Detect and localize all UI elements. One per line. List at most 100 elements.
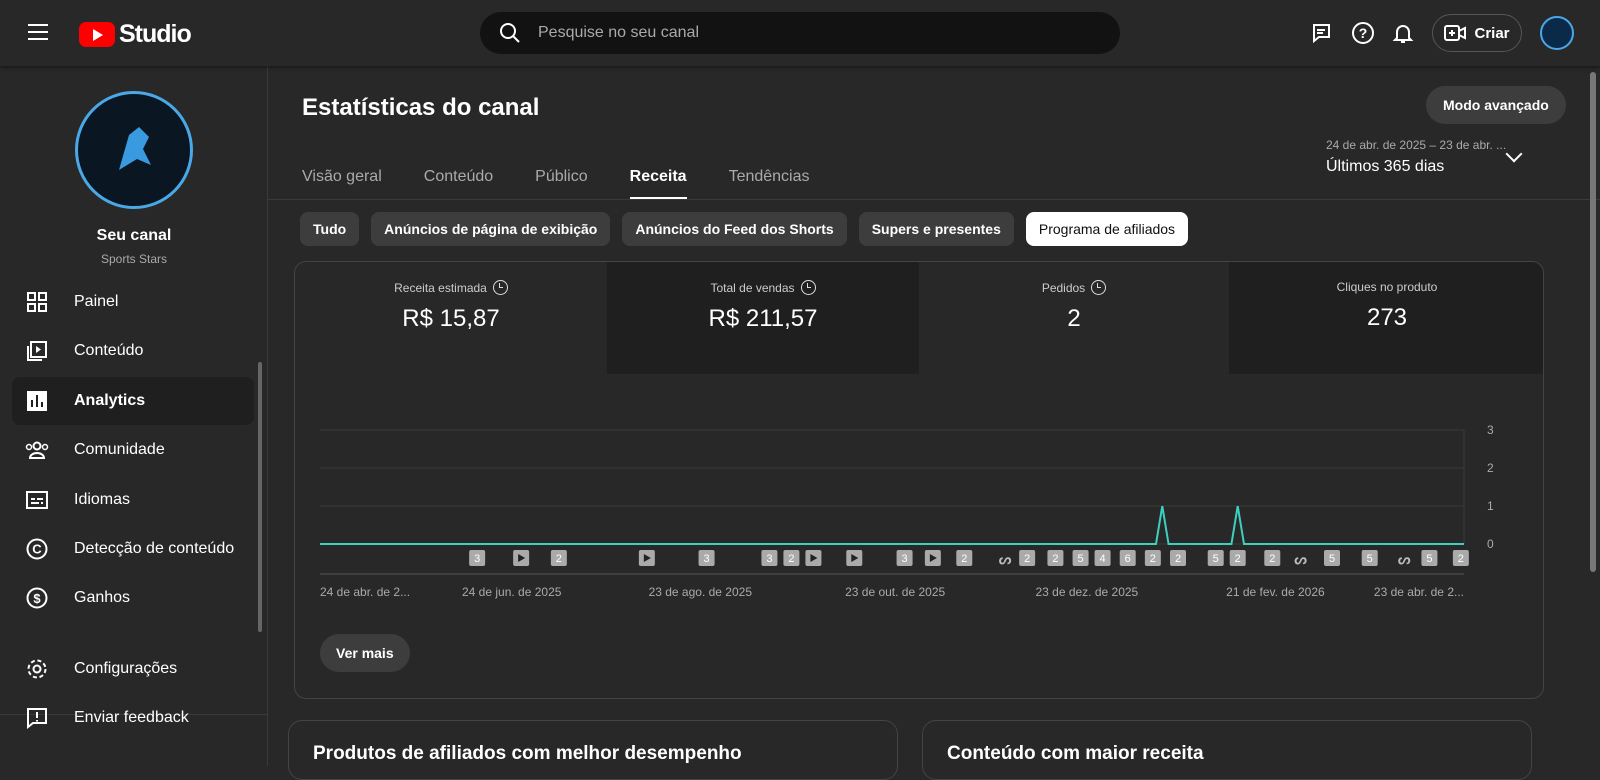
- shorts-marker-icon: ᔕ: [1294, 551, 1307, 567]
- sidebar-item-ganhos[interactable]: $ Ganhos: [12, 574, 254, 622]
- svg-text:?: ?: [1359, 25, 1368, 41]
- x-tick-label: 23 de dez. de 2025: [1035, 585, 1138, 599]
- x-tick-label: 23 de ago. de 2025: [649, 585, 753, 599]
- gear-icon: [24, 658, 50, 680]
- marker-count: 2: [1150, 553, 1156, 565]
- copyright-icon: C: [24, 538, 50, 560]
- subtitles-icon: [24, 490, 50, 510]
- notifications-icon[interactable]: [1390, 20, 1416, 46]
- svg-text:C: C: [32, 542, 42, 557]
- clock-icon: [1091, 280, 1107, 295]
- shorts-marker-icon: ᔕ: [1398, 551, 1411, 567]
- metric-total-sales[interactable]: Total de vendas R$ 211,57: [607, 262, 919, 374]
- create-button[interactable]: Criar: [1432, 14, 1522, 52]
- advanced-mode-button[interactable]: Modo avançado: [1426, 86, 1566, 124]
- period-label: Últimos 365 dias: [1326, 158, 1445, 175]
- channel-label: Seu canal: [96, 227, 172, 244]
- youtube-logo-icon: [79, 22, 115, 47]
- tab-publico[interactable]: Público: [535, 160, 587, 200]
- marker-count: 3: [704, 553, 710, 565]
- x-tick-label: 24 de abr. de 2...: [320, 585, 410, 599]
- marker-count: 2: [1269, 553, 1275, 565]
- sidebar-item-comunidade[interactable]: Comunidade: [12, 426, 254, 474]
- sidebar-item-deteccao[interactable]: C Detecção de conteúdo: [12, 525, 254, 573]
- search-input[interactable]: Pesquise no seu canal: [480, 12, 1120, 54]
- y-tick-label: 3: [1487, 423, 1494, 437]
- marker-count: 5: [1426, 553, 1432, 565]
- tabs-divider: [268, 199, 1600, 200]
- content-icon: [24, 340, 50, 362]
- channel-avatar[interactable]: [75, 91, 193, 209]
- tab-visao-geral[interactable]: Visão geral: [302, 160, 382, 200]
- marker-count: 4: [1100, 553, 1106, 565]
- chip-affiliate-program[interactable]: Programa de afiliados: [1025, 212, 1189, 246]
- main-content: Estatísticas do canal Modo avançado Visã…: [268, 66, 1600, 780]
- marker-count: 2: [1458, 553, 1464, 565]
- sidebar-item-configuracoes[interactable]: Configurações: [12, 645, 254, 693]
- x-tick-label: 23 de abr. de 2...: [1374, 585, 1464, 599]
- dollar-icon: $: [24, 587, 50, 609]
- search-icon: [500, 23, 520, 43]
- studio-logo[interactable]: Studio: [79, 20, 192, 49]
- help-icon[interactable]: ?: [1350, 20, 1376, 46]
- channel-name: Sports Stars: [100, 252, 168, 266]
- marker-count: 2: [1175, 553, 1181, 565]
- top-bar: Studio Pesquise no seu canal ? Criar: [0, 0, 1600, 66]
- metric-orders[interactable]: Pedidos 2: [918, 262, 1230, 374]
- sidebar-item-idiomas[interactable]: Idiomas: [12, 476, 254, 524]
- clock-icon: [492, 280, 508, 295]
- chip-tudo[interactable]: Tudo: [300, 212, 360, 246]
- see-more-button[interactable]: Ver mais: [320, 634, 410, 672]
- tab-tendencias[interactable]: Tendências: [729, 160, 810, 200]
- analytics-icon: [24, 390, 50, 412]
- orders-chart: 01233 2 3 3 2 3 2 ᔕ 2 2 5 4 6 2 2 5 2 2 ᔕ 5 5 ᔕ 5 224 de abr. d…: [320, 423, 1494, 599]
- x-tick-label: 21 de fev. de 2026: [1226, 585, 1325, 599]
- sidebar: Seu canal Sports Stars Painel Conteúdo A…: [0, 66, 268, 766]
- marker-count: 3: [766, 553, 772, 565]
- sidebar-item-analytics[interactable]: Analytics: [12, 377, 254, 425]
- y-tick-label: 0: [1487, 537, 1494, 551]
- marker-count: 2: [961, 553, 967, 565]
- chevron-down-icon[interactable]: [1505, 145, 1523, 163]
- x-tick-label: 24 de jun. de 2025: [462, 585, 562, 599]
- analytics-tabs: Visão geral Conteúdo Público Receita Ten…: [302, 160, 810, 200]
- x-tick-label: 23 de out. de 2025: [845, 585, 945, 599]
- account-avatar[interactable]: [1540, 16, 1574, 50]
- metric-estimated-revenue[interactable]: Receita estimada R$ 15,87: [295, 262, 607, 374]
- marker-count: 5: [1367, 553, 1373, 565]
- tab-receita[interactable]: Receita: [629, 160, 687, 200]
- messages-icon[interactable]: [1310, 20, 1336, 46]
- top-revenue-content-card: Conteúdo com maior receita: [922, 720, 1532, 780]
- marker-count: 2: [556, 553, 562, 565]
- menu-icon[interactable]: [28, 24, 48, 40]
- y-tick-label: 1: [1487, 499, 1494, 513]
- y-tick-label: 2: [1487, 461, 1494, 475]
- marker-count: 5: [1329, 553, 1335, 565]
- marker-count: 3: [474, 553, 480, 565]
- chip-supers[interactable]: Supers e presentes: [858, 212, 1014, 246]
- tab-conteudo[interactable]: Conteúdo: [424, 160, 493, 200]
- sidebar-item-feedback[interactable]: Enviar feedback: [12, 694, 254, 742]
- sidebar-item-painel[interactable]: Painel: [12, 278, 254, 326]
- page-title: Estatísticas do canal: [302, 94, 540, 121]
- dashboard-icon: [24, 291, 50, 313]
- page-scrollbar[interactable]: [1590, 72, 1596, 572]
- community-icon: [24, 439, 50, 461]
- video-add-icon: [1444, 25, 1467, 41]
- revenue-filter-chips: Tudo Anúncios de página de exibição Anún…: [300, 212, 1189, 246]
- sidebar-item-conteudo[interactable]: Conteúdo: [12, 327, 254, 375]
- marker-count: 2: [1052, 553, 1058, 565]
- chip-shorts-feed-ads[interactable]: Anúncios do Feed dos Shorts: [622, 212, 847, 246]
- marker-count: 5: [1213, 553, 1219, 565]
- chip-watch-page-ads[interactable]: Anúncios de página de exibição: [371, 212, 611, 246]
- metric-product-clicks[interactable]: Cliques no produto 273: [1229, 262, 1543, 374]
- marker-count: 2: [1024, 553, 1030, 565]
- sidebar-scrollbar[interactable]: [258, 362, 262, 632]
- marker-count: 6: [1125, 553, 1131, 565]
- marker-count: 3: [902, 553, 908, 565]
- date-range: 24 de abr. de 2025 – 23 de abr. ...: [1326, 138, 1507, 152]
- shorts-marker-icon: ᔕ: [999, 551, 1012, 567]
- marker-count: 5: [1078, 553, 1084, 565]
- date-range-picker[interactable]: 24 de abr. de 2025 – 23 de abr. ... Últi…: [1326, 138, 1506, 176]
- orders-line: [320, 505, 1464, 545]
